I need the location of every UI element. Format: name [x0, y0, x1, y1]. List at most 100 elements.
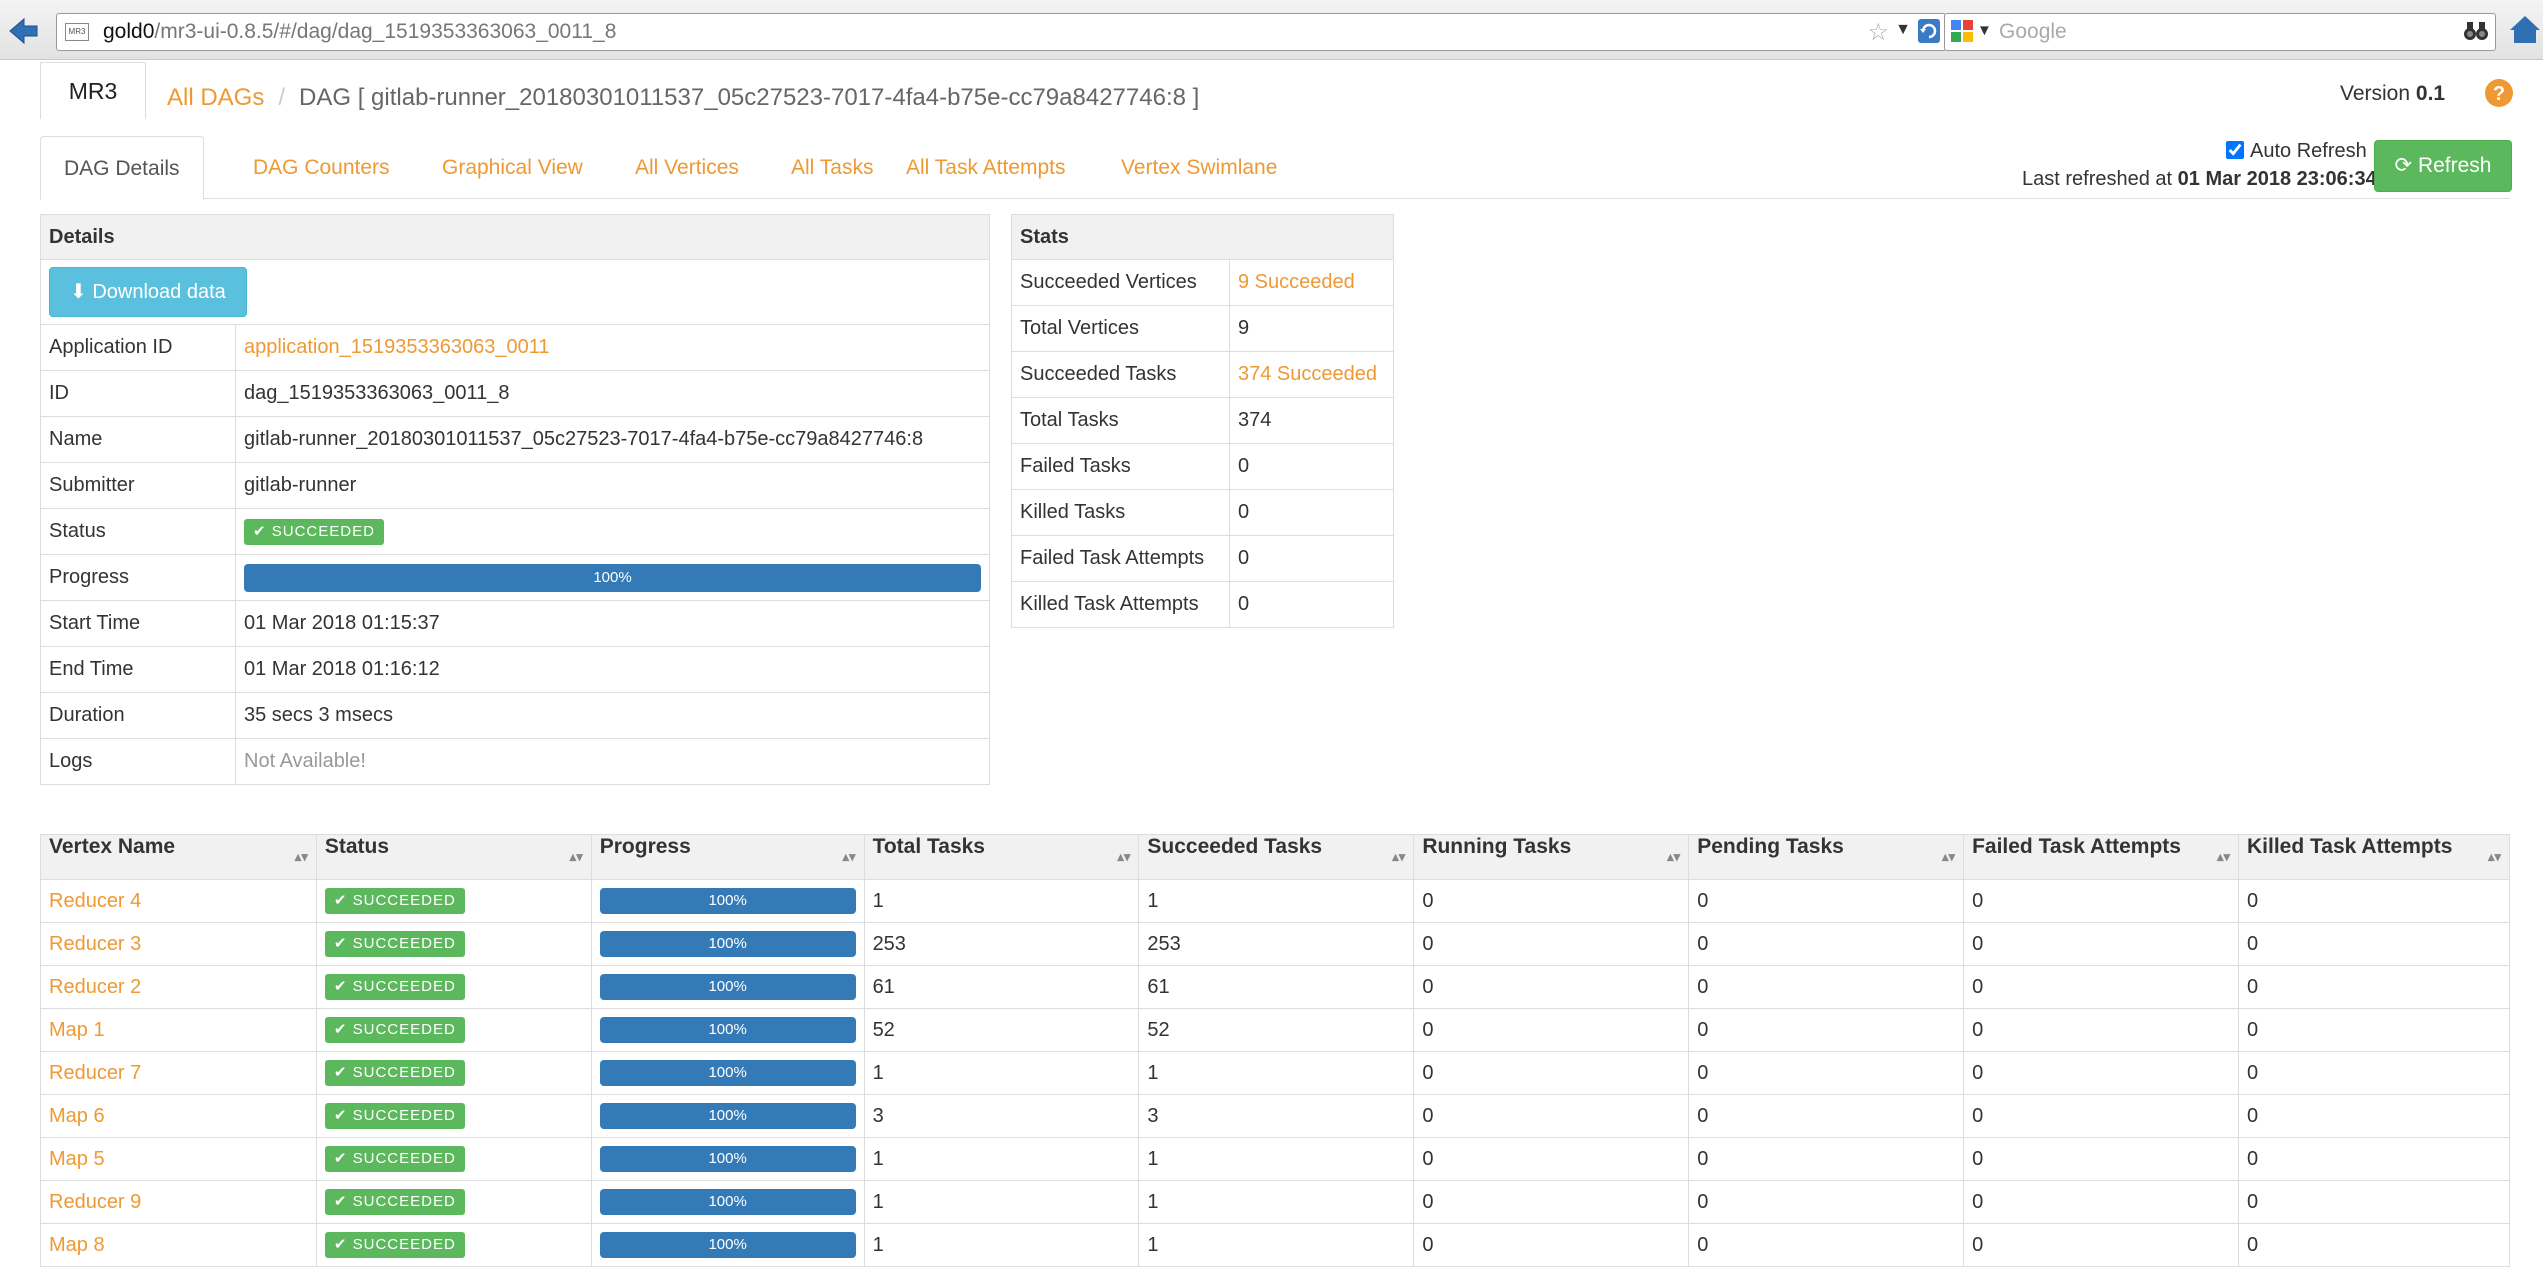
sort-icon[interactable]: ▴▾	[1942, 835, 1955, 879]
breadcrumb-all-dags-link[interactable]: All DAGs	[167, 84, 264, 111]
column-header-running-tasks[interactable]: Running Tasks ▴▾	[1413, 834, 1690, 880]
tab-vertex-swimlane[interactable]: Vertex Swimlane	[1098, 136, 1300, 198]
killed-attempts-cell: 0	[2238, 922, 2510, 966]
stat-value: 0	[1229, 489, 1394, 536]
table-row: Map 6 ✔ SUCCEEDED 100% 3 3 0 0 0 0	[40, 1094, 2510, 1138]
killed-attempts-cell: 0	[2238, 1223, 2510, 1267]
last-refreshed-label: Last refreshed at	[2022, 168, 2173, 190]
refresh-button[interactable]: ⟳ Refresh	[2374, 140, 2512, 192]
check-icon: ✔	[333, 1021, 348, 1038]
reload-icon[interactable]	[1917, 18, 1941, 44]
back-arrow-icon[interactable]	[6, 14, 40, 48]
home-icon[interactable]	[2508, 12, 2542, 46]
progress-bar: 100%	[599, 974, 856, 1000]
bookmark-star-icon[interactable]: ☆	[1867, 18, 1889, 47]
vertex-name-link[interactable]: Reducer 7	[49, 1062, 141, 1084]
google-icon[interactable]	[1951, 20, 1973, 42]
check-icon: ✔	[333, 935, 348, 952]
total-tasks-cell: 1	[863, 1051, 1140, 1095]
column-header-status[interactable]: Status ▴▾	[315, 834, 592, 880]
version-value: 0.1	[2415, 82, 2446, 105]
details-title: Details	[40, 214, 990, 260]
check-icon: ✔	[333, 1150, 348, 1167]
status-badge-text: SUCCEEDED	[271, 522, 375, 540]
stat-label: Total Tasks	[1011, 397, 1230, 444]
tab-all-vertices[interactable]: All Vertices	[612, 136, 762, 198]
vertex-name-link[interactable]: Map 5	[49, 1148, 105, 1170]
succeeded-tasks-cell: 61	[1138, 965, 1415, 1009]
succeeded-vertices-link[interactable]: 9 Succeeded	[1238, 271, 1355, 293]
address-bar[interactable]: MR3 gold0/mr3-ui-0.8.5/#/dag/dag_1519353…	[56, 13, 1946, 51]
stat-value: 9	[1229, 305, 1394, 352]
sort-icon[interactable]: ▴▾	[1667, 835, 1680, 879]
help-icon[interactable]: ?	[2484, 78, 2514, 108]
check-icon: ✔	[333, 1236, 348, 1253]
app-logo[interactable]: MR3	[40, 62, 146, 119]
column-header-succeeded-tasks[interactable]: Succeeded Tasks ▴▾	[1138, 834, 1415, 880]
sort-icon[interactable]: ▴▾	[1117, 835, 1130, 879]
status-badge: ✔ SUCCEEDED	[244, 518, 384, 545]
pending-tasks-cell: 0	[1688, 965, 1965, 1009]
svg-text:?: ?	[2493, 83, 2505, 105]
sort-icon[interactable]: ▴▾	[1392, 835, 1405, 879]
application-id-link[interactable]: application_1519353363063_0011	[244, 336, 549, 358]
column-header-failed-task-attempts[interactable]: Failed Task Attempts ▴▾	[1963, 834, 2239, 880]
column-header-label: Progress	[599, 835, 691, 858]
column-header-vertex-name[interactable]: Vertex Name ▴▾	[40, 834, 317, 880]
vertex-name-link[interactable]: Reducer 3	[49, 933, 141, 955]
column-header-pending-tasks[interactable]: Pending Tasks ▴▾	[1688, 834, 1965, 880]
check-icon: ✔	[333, 1193, 348, 1210]
tab-dag-details[interactable]: DAG Details	[40, 136, 204, 200]
auto-refresh-checkbox[interactable]	[2226, 141, 2244, 159]
sort-icon[interactable]: ▴▾	[2488, 835, 2501, 879]
running-tasks-cell: 0	[1413, 922, 1690, 966]
auto-refresh-toggle[interactable]: Auto Refresh	[2226, 140, 2367, 163]
sort-icon[interactable]: ▴▾	[843, 835, 856, 879]
tab-dag-counters[interactable]: DAG Counters	[230, 136, 413, 198]
succeeded-tasks-link[interactable]: 374 Succeeded	[1238, 363, 1377, 385]
search-placeholder[interactable]: Google	[1999, 20, 2067, 44]
running-tasks-cell: 0	[1413, 879, 1690, 923]
table-row: Reducer 2 ✔ SUCCEEDED 100% 61 61 0 0 0 0	[40, 965, 2510, 1009]
stat-value: 0	[1229, 535, 1394, 582]
column-header-total-tasks[interactable]: Total Tasks ▴▾	[863, 834, 1140, 880]
failed-attempts-cell: 0	[1963, 1051, 2239, 1095]
progress-bar: 100%	[599, 1017, 856, 1043]
last-refreshed-value: 01 Mar 2018 23:06:34	[2177, 168, 2377, 190]
column-header-progress[interactable]: Progress ▴▾	[590, 834, 865, 880]
vertex-name-link[interactable]: Map 8	[49, 1234, 105, 1256]
sort-icon[interactable]: ▴▾	[570, 835, 583, 879]
sort-icon[interactable]: ▴▾	[295, 835, 308, 879]
url-text[interactable]: gold0/mr3-ui-0.8.5/#/dag/dag_15193533630…	[103, 20, 616, 44]
search-box[interactable]: ▼ Google	[1944, 13, 2496, 51]
column-header-killed-task-attempts[interactable]: Killed Task Attempts ▴▾	[2238, 834, 2510, 880]
vertex-name-link[interactable]: Map 1	[49, 1019, 105, 1041]
vertex-name-link[interactable]: Map 6	[49, 1105, 105, 1127]
tab-graphical-view[interactable]: Graphical View	[419, 136, 606, 198]
succeeded-tasks-cell: 1	[1138, 1137, 1415, 1181]
tab-all-tasks[interactable]: All Tasks	[768, 136, 896, 198]
vertex-name-link[interactable]: Reducer 9	[49, 1191, 141, 1213]
stats-table: Stats Succeeded Vertices 9 Succeeded Tot…	[1011, 214, 1394, 628]
start-time-value: 01 Mar 2018 01:15:37	[235, 600, 990, 647]
status-badge: ✔ SUCCEEDED	[324, 888, 465, 914]
binoculars-icon[interactable]	[2463, 19, 2489, 43]
table-row: Reducer 3 ✔ SUCCEEDED 100% 253 253 0 0 0 0	[40, 922, 2510, 966]
vertex-name-link[interactable]: Reducer 4	[49, 890, 141, 912]
search-engine-dropdown-icon[interactable]: ▼	[1977, 22, 1992, 39]
running-tasks-cell: 0	[1413, 1008, 1690, 1052]
browser-toolbar: MR3 gold0/mr3-ui-0.8.5/#/dag/dag_1519353…	[0, 0, 2543, 60]
status-badge: ✔ SUCCEEDED	[324, 974, 465, 1000]
vertex-name-link[interactable]: Reducer 2	[49, 976, 141, 998]
succeeded-tasks-cell: 3	[1138, 1094, 1415, 1138]
tab-all-task-attempts[interactable]: All Task Attempts	[883, 136, 1089, 198]
sort-icon[interactable]: ▴▾	[2217, 835, 2230, 879]
download-data-button[interactable]: ⬇ Download data	[49, 267, 247, 317]
status-label: Status	[40, 508, 236, 555]
stat-label: Total Vertices	[1011, 305, 1230, 352]
history-dropdown-icon[interactable]: ▼	[1895, 21, 1911, 39]
succeeded-tasks-cell: 1	[1138, 1223, 1415, 1267]
total-tasks-cell: 253	[863, 922, 1140, 966]
status-badge-text: SUCCEEDED	[352, 1107, 456, 1124]
breadcrumb-current: DAG [ gitlab-runner_20180301011537_05c27…	[299, 84, 1200, 111]
